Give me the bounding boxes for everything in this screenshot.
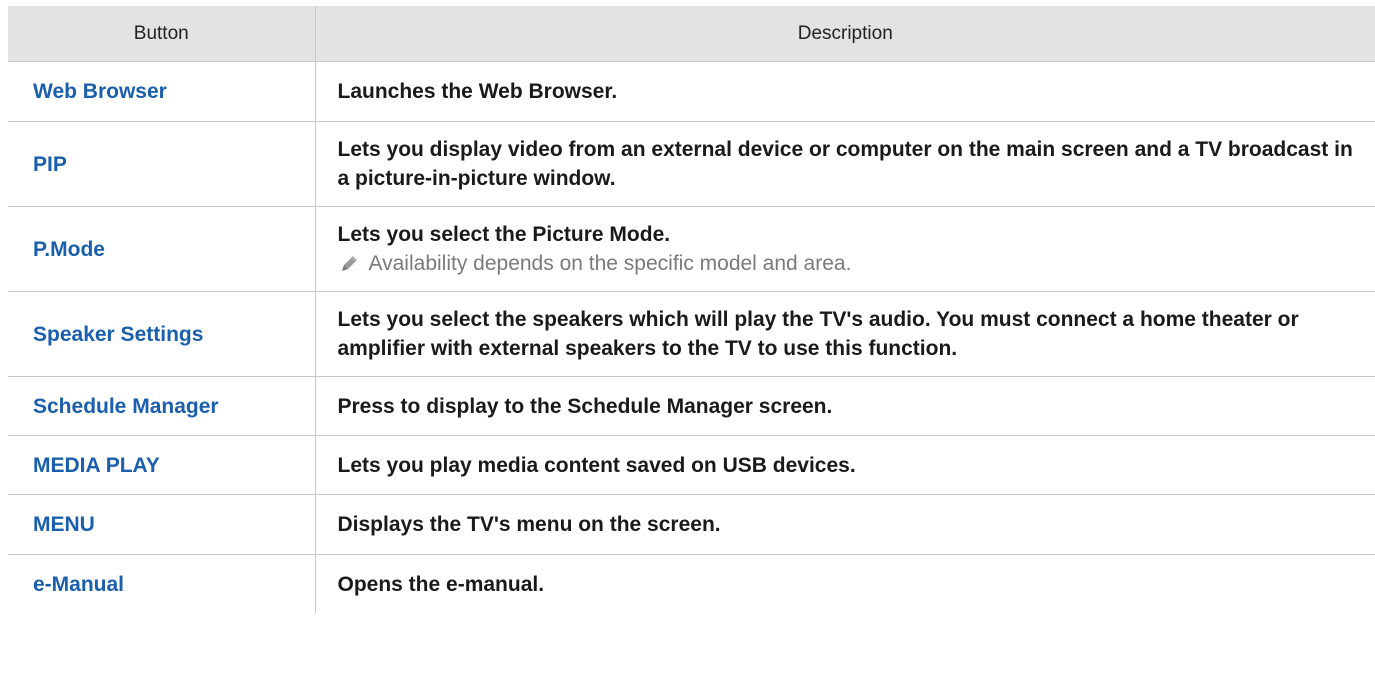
button-description-table: Button Description Web Browser Launches … [8, 6, 1375, 613]
note-text: Availability depends on the specific mod… [368, 252, 852, 275]
button-cell: e-Manual [8, 554, 316, 613]
menu-link[interactable]: MENU [33, 513, 95, 536]
button-cell: MEDIA PLAY [8, 435, 316, 495]
description-cell: Lets you select the Picture Mode. Availa… [315, 206, 1375, 292]
p-mode-link[interactable]: P.Mode [33, 238, 105, 261]
table-row: Speaker Settings Lets you select the spe… [8, 291, 1375, 377]
button-cell: P.Mode [8, 206, 316, 292]
speaker-settings-link[interactable]: Speaker Settings [33, 323, 203, 346]
description-cell: Press to display to the Schedule Manager… [315, 376, 1375, 436]
table-row: e-Manual Opens the e-manual. [8, 554, 1375, 613]
description-cell: Lets you select the speakers which will … [315, 291, 1375, 377]
button-column-header: Button [8, 6, 316, 62]
table-row: PIP Lets you display video from an exter… [8, 121, 1375, 207]
availability-note: Availability depends on the specific mod… [338, 249, 1358, 278]
description-text: Lets you select the speakers which will … [337, 308, 1299, 360]
description-text: Lets you display video from an external … [337, 138, 1353, 190]
table-header-row: Button Description [8, 6, 1375, 62]
web-browser-link[interactable]: Web Browser [33, 80, 167, 103]
button-cell: Web Browser [8, 61, 316, 122]
pip-link[interactable]: PIP [33, 153, 67, 176]
description-text: Lets you play media content saved on USB… [337, 453, 856, 477]
pencil-icon [341, 255, 357, 271]
description-cell: Lets you play media content saved on USB… [315, 435, 1375, 495]
table-row: MEDIA PLAY Lets you play media content s… [8, 435, 1375, 495]
button-cell: PIP [8, 121, 316, 207]
media-play-link[interactable]: MEDIA PLAY [33, 454, 160, 477]
description-cell: Displays the TV's menu on the screen. [315, 494, 1375, 555]
table-row: Web Browser Launches the Web Browser. [8, 61, 1375, 122]
table-row: P.Mode Lets you select the Picture Mode.… [8, 206, 1375, 292]
table-row: Schedule Manager Press to display to the… [8, 376, 1375, 436]
button-cell: Speaker Settings [8, 291, 316, 377]
description-column-header: Description [315, 6, 1375, 62]
button-cell: MENU [8, 494, 316, 555]
button-cell: Schedule Manager [8, 376, 316, 436]
e-manual-link[interactable]: e-Manual [33, 573, 124, 596]
description-text: Press to display to the Schedule Manager… [337, 394, 833, 418]
table-row: MENU Displays the TV's menu on the scree… [8, 494, 1375, 555]
description-cell: Opens the e-manual. [315, 554, 1375, 613]
schedule-manager-link[interactable]: Schedule Manager [33, 395, 219, 418]
description-text: Lets you select the Picture Mode. [337, 223, 671, 246]
description-cell: Lets you display video from an external … [315, 121, 1375, 207]
description-cell: Launches the Web Browser. [315, 61, 1375, 122]
description-text: Launches the Web Browser. [337, 80, 618, 103]
description-text: Displays the TV's menu on the screen. [337, 513, 721, 536]
description-text: Opens the e-manual. [337, 572, 545, 596]
